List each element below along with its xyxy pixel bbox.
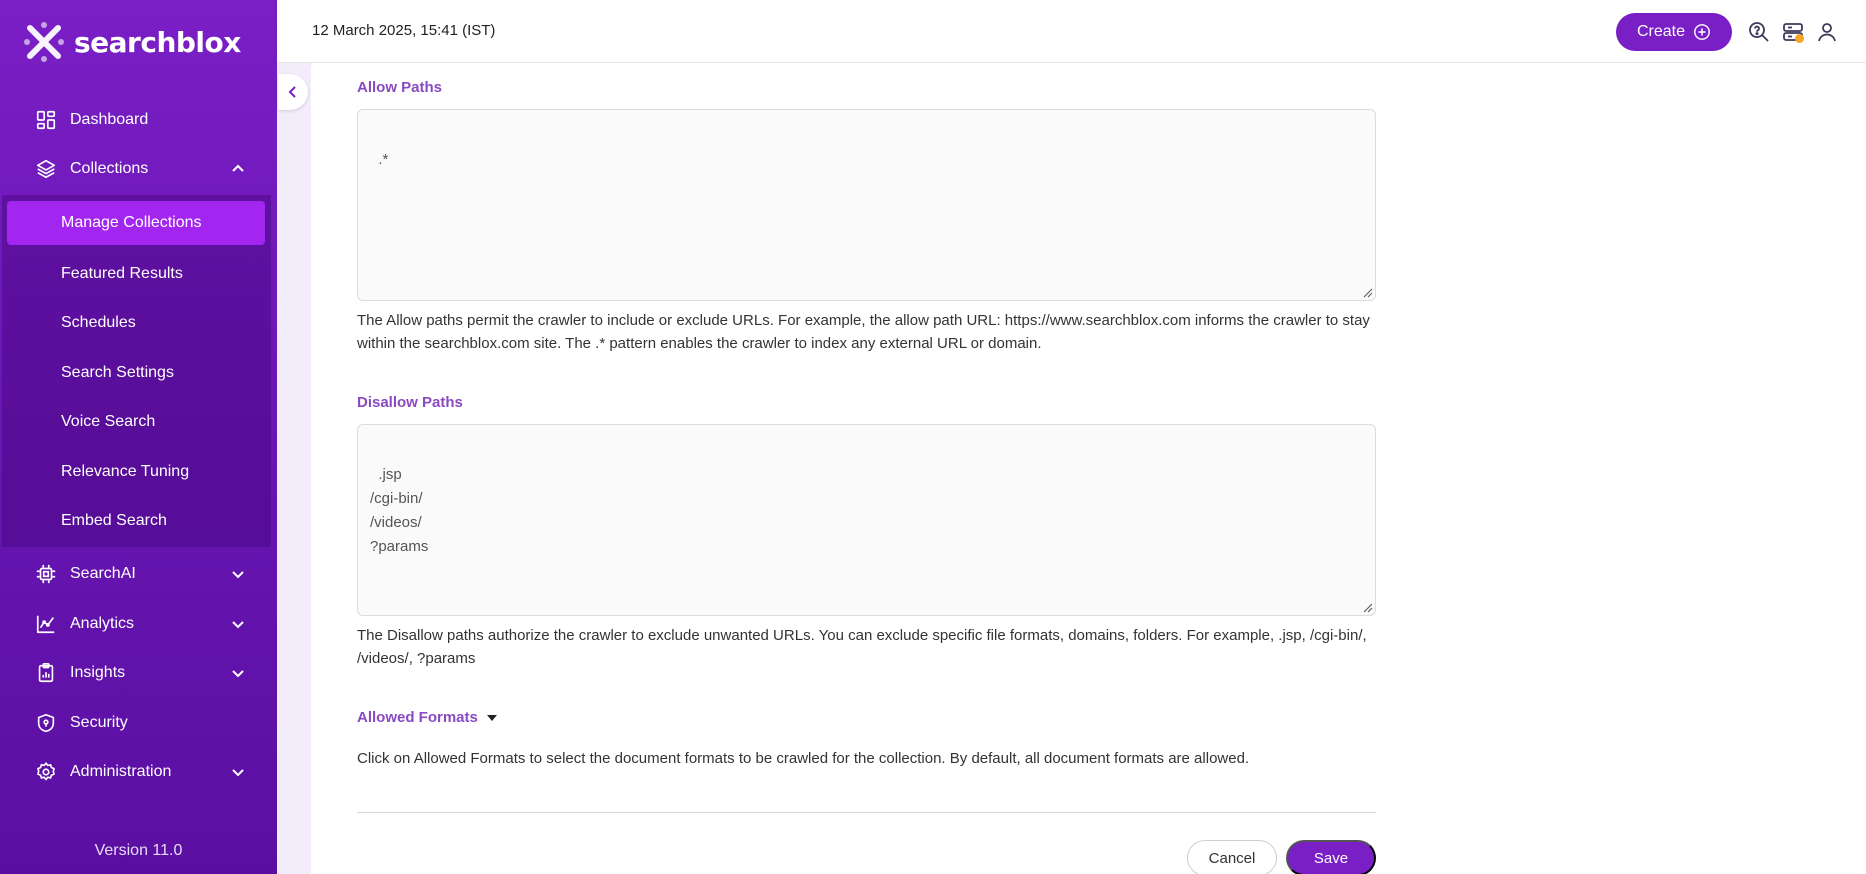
plus-circle-icon [1694, 24, 1710, 40]
brand-name: searchblox [74, 25, 241, 59]
brand-logo[interactable]: searchblox [22, 18, 241, 66]
content-gutter [277, 63, 311, 874]
clipboard-icon [34, 661, 58, 685]
version-label: Version 11.0 [94, 842, 183, 859]
user-icon[interactable] [1815, 20, 1839, 44]
caret-down-icon [486, 714, 497, 721]
search-help-icon[interactable] [1747, 20, 1771, 44]
cancel-button[interactable]: Cancel [1187, 840, 1277, 874]
disallow-paths-help: The Disallow paths authorize the crawler… [357, 627, 1367, 667]
create-button[interactable]: Create [1616, 13, 1732, 51]
top-header: 12 March 2025, 15:41 (IST) Create [277, 0, 1866, 63]
sidebar-item-searchai[interactable]: SearchAI [0, 552, 277, 596]
allow-paths-value: .* [378, 151, 389, 168]
sidebar-item-label: Insights [70, 664, 126, 681]
sidebar-item-label: Administration [70, 763, 172, 780]
sidebar-item-insights[interactable]: Insights [0, 651, 277, 695]
sidebar-item-label: Dashboard [70, 111, 149, 128]
sidebar-item-label: SearchAI [70, 565, 136, 582]
notification-dot [1795, 34, 1804, 43]
sidebar-subitem-voice-search[interactable]: Voice Search [7, 400, 265, 444]
allowed-formats-help: Click on Allowed Formats to select the d… [357, 750, 1250, 767]
sidebar-item-administration[interactable]: Administration [0, 750, 277, 794]
sidebar-item-dashboard[interactable]: Dashboard [0, 98, 277, 142]
chevron-up-icon [232, 164, 244, 172]
allow-paths-label: Allow Paths [357, 79, 443, 96]
chevron-left-icon [288, 86, 296, 98]
sidebar-subitem-relevance-tuning[interactable]: Relevance Tuning [7, 450, 265, 494]
sidebar-subitem-embed-search[interactable]: Embed Search [7, 499, 265, 543]
sidebar-item-label: Security [70, 714, 128, 731]
allow-paths-help: The Allow paths permit the crawler to in… [357, 312, 1370, 352]
disallow-paths-textarea[interactable]: .jsp /cgi-bin/ /videos/ ?params [357, 424, 1376, 616]
chevron-down-icon [232, 670, 244, 678]
sidebar-subitem-manage-collections[interactable]: Manage Collections [7, 201, 265, 245]
resize-grip-icon[interactable] [1363, 603, 1373, 613]
layers-icon [34, 157, 58, 181]
disallow-paths-value: .jsp /cgi-bin/ /videos/ ?params [370, 466, 429, 555]
current-datetime: 12 March 2025, 15:41 (IST) [312, 22, 496, 39]
sidebar-item-security[interactable]: Security [0, 701, 277, 745]
sidebar-subitem-search-settings[interactable]: Search Settings [7, 351, 265, 395]
sidebar-item-label: Collections [70, 160, 149, 177]
sidebar-subitem-schedules[interactable]: Schedules [7, 301, 265, 345]
disallow-paths-label: Disallow Paths [357, 394, 463, 411]
analytics-icon [34, 612, 58, 636]
resize-grip-icon[interactable] [1363, 288, 1373, 298]
shield-icon [34, 711, 58, 735]
gear-icon [34, 760, 58, 784]
sidebar-item-analytics[interactable]: Analytics [0, 602, 277, 646]
dashboard-icon [34, 108, 58, 132]
chevron-down-icon [232, 769, 244, 777]
save-button[interactable]: Save [1286, 840, 1376, 874]
sidebar-subitem-featured-results[interactable]: Featured Results [7, 252, 265, 296]
sidebar: searchblox Dashboard Collections Manage … [0, 0, 277, 874]
create-label: Create [1636, 23, 1686, 40]
allowed-formats-toggle[interactable]: Allowed Formats [357, 709, 498, 726]
chevron-down-icon [232, 621, 244, 629]
form-divider [357, 812, 1376, 813]
allow-paths-textarea[interactable]: .* [357, 109, 1376, 301]
chevron-down-icon [232, 571, 244, 579]
chip-icon [34, 562, 58, 586]
searchblox-logo-icon [24, 22, 64, 62]
sidebar-item-label: Analytics [70, 615, 135, 632]
sidebar-item-collections[interactable]: Collections [0, 147, 277, 191]
allowed-formats-label: Allowed Formats [357, 709, 478, 726]
